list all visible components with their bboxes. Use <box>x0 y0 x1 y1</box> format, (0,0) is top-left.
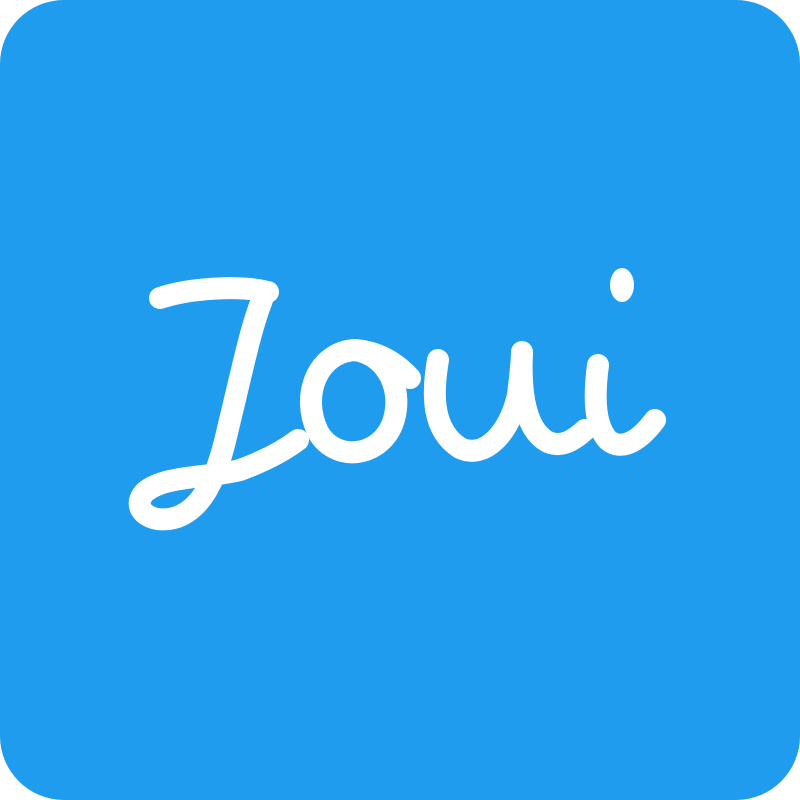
app-icon <box>0 0 800 800</box>
app-icon-canvas <box>0 0 800 800</box>
logo-i-dot <box>610 268 634 302</box>
